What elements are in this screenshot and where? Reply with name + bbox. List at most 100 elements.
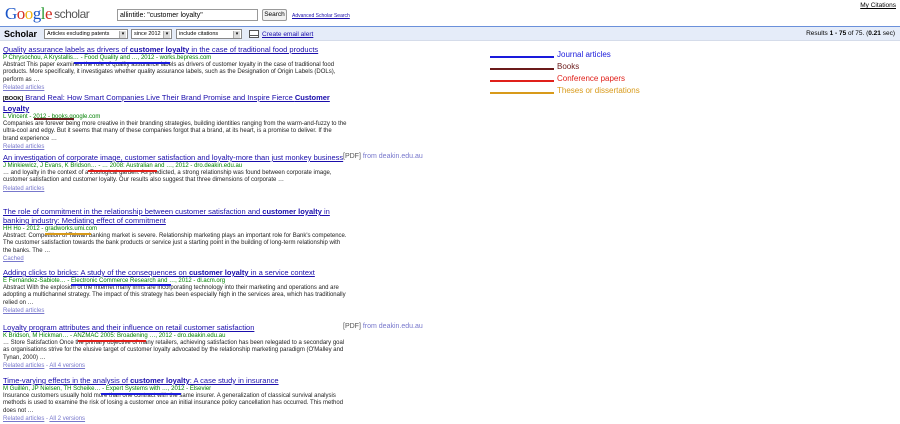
result-title-link[interactable]: [BOOK] Brand Real: How Smart Companies L… bbox=[3, 93, 348, 113]
legend-swatch bbox=[490, 56, 554, 58]
results-suffix: sec) bbox=[880, 30, 895, 37]
chevron-down-icon: ▾ bbox=[233, 31, 240, 38]
results-prefix: Results bbox=[806, 30, 830, 37]
result-title-link[interactable]: Quality assurance labels as drivers of c… bbox=[3, 45, 348, 54]
result-links: Related articles - All 4 versions bbox=[3, 363, 86, 370]
my-citations-link[interactable]: My Citations bbox=[860, 2, 896, 9]
result-meta: M Guillén, JP Nielsen, TH Scheike… - Exp… bbox=[3, 386, 212, 392]
result-meta: J Minkiewicz, J Evans, K Bridson… - … 20… bbox=[3, 163, 243, 169]
related-articles-link[interactable]: Related articles bbox=[3, 308, 44, 314]
result-item: [BOOK] Brand Real: How Smart Companies L… bbox=[3, 93, 348, 151]
result-snippet: Abstract: Competition of Taiwan banking … bbox=[3, 233, 347, 254]
result-links: Related articles bbox=[3, 84, 348, 92]
results-count: Results 1 - 75 of 75. (0.21 sec) bbox=[806, 30, 895, 37]
results-range: 1 - 75 bbox=[829, 30, 847, 37]
title-highlight: customer loyalty bbox=[130, 376, 190, 385]
title-text: Loyalty program attributes and their inf… bbox=[3, 323, 255, 332]
advanced-search-link[interactable]: Advanced Scholar Search bbox=[292, 13, 350, 19]
legend-label: Conference papers bbox=[557, 74, 626, 83]
logo-letter: e bbox=[45, 4, 53, 23]
journal-underline bbox=[74, 62, 170, 64]
journal-underline bbox=[71, 284, 171, 286]
citations-value: include citations bbox=[179, 31, 219, 37]
title-text: The role of commitment in the relationsh… bbox=[3, 207, 263, 216]
toolbar-title: Scholar bbox=[4, 29, 38, 39]
title-highlight: customer loyalty bbox=[188, 268, 249, 277]
result-snippet: Abstract This paper examines the role of… bbox=[3, 62, 336, 83]
result-links: Related articles bbox=[3, 307, 348, 315]
title-text: in a service context bbox=[248, 268, 315, 277]
legend-swatch bbox=[490, 68, 554, 70]
title-highlight: customer loyalty bbox=[129, 45, 190, 54]
result-meta: K Bridson, M Hickman… - ANZMAC 2005: Bro… bbox=[3, 333, 226, 339]
title-text: Quality assurance labels as drivers of bbox=[3, 45, 130, 54]
result-snippet: Abstract With the explosion of the Inter… bbox=[3, 285, 346, 306]
result-meta: HH Ho - 2012 - gradworks.umi.com bbox=[3, 226, 98, 232]
result-title-link[interactable]: Time-varying effects in the analysis of … bbox=[3, 376, 348, 385]
result-snippet: Companies are forever being more creativ… bbox=[3, 121, 347, 142]
search-input[interactable]: allintitle: "customer loyalty" bbox=[117, 9, 258, 21]
result-links: Related articles bbox=[3, 185, 348, 193]
related-articles-link[interactable]: Related articles bbox=[3, 416, 44, 422]
title-highlight: customer loyalty bbox=[262, 207, 322, 216]
pdf-source: from deakin.edu.au bbox=[362, 323, 423, 330]
envelope-icon[interactable] bbox=[249, 30, 259, 38]
result-title-link[interactable]: The role of commitment in the relationsh… bbox=[3, 207, 348, 225]
book-underline bbox=[34, 118, 74, 120]
logo-product: scholar bbox=[54, 7, 90, 21]
result-meta: P Chrysochou, A Krystallis… - Food Quali… bbox=[3, 55, 212, 61]
document-type-select[interactable]: Articles excluding patents ▾ bbox=[44, 29, 128, 39]
title-text: Time-varying effects in the analysis of bbox=[3, 376, 131, 385]
result-item: Loyalty program attributes and their inf… bbox=[3, 323, 348, 370]
result-snippet: … and loyalty in the context of a Zoolog… bbox=[3, 170, 332, 184]
result-title-link[interactable]: Loyalty program attributes and their inf… bbox=[3, 323, 348, 332]
related-articles-link[interactable]: Related articles bbox=[3, 144, 44, 150]
result-item: Time-varying effects in the analysis of … bbox=[3, 376, 348, 423]
title-text: : A case study in insurance bbox=[189, 376, 279, 385]
pdf-tag: [PDF] bbox=[343, 153, 361, 160]
legend-label: Books bbox=[557, 62, 580, 71]
journal-underline bbox=[101, 393, 181, 395]
legend-label: Theses or dissertations bbox=[557, 86, 640, 95]
citations-select[interactable]: include citations ▾ bbox=[176, 29, 242, 39]
result-links: Cached bbox=[3, 255, 348, 263]
search-button[interactable]: Search bbox=[262, 9, 287, 21]
book-tag: [BOOK] bbox=[3, 96, 24, 102]
pdf-link[interactable]: [PDF] from deakin.edu.au bbox=[343, 323, 423, 330]
document-type-value: Articles excluding patents bbox=[47, 31, 110, 37]
cached-link[interactable]: Cached bbox=[3, 256, 24, 262]
result-title-link[interactable]: An investigation of corporate image, cus… bbox=[3, 153, 348, 162]
pdf-link[interactable]: [PDF] from deakin.edu.au bbox=[343, 153, 423, 160]
legend-swatch bbox=[490, 92, 554, 94]
title-text: in the case of traditional food products bbox=[189, 45, 319, 54]
result-snippet: Insurance customers usually hold more th… bbox=[3, 393, 344, 414]
legend-item: Theses or dissertations bbox=[490, 86, 750, 98]
chevron-down-icon: ▾ bbox=[163, 31, 170, 38]
logo-letter: g bbox=[32, 4, 42, 23]
conference-underline bbox=[88, 170, 157, 172]
result-item: The role of commitment in the relationsh… bbox=[3, 207, 348, 263]
google-scholar-logo[interactable]: Google scholar bbox=[5, 4, 90, 24]
all-versions-link[interactable]: All 4 versions bbox=[49, 363, 85, 369]
related-articles-link[interactable]: Related articles bbox=[3, 186, 44, 192]
date-range-select[interactable]: since 2012 ▾ bbox=[131, 29, 172, 39]
result-item: An investigation of corporate image, cus… bbox=[3, 153, 348, 193]
pdf-source: from deakin.edu.au bbox=[362, 153, 423, 160]
all-versions-link[interactable]: All 2 versions bbox=[49, 416, 85, 422]
legend-label: Journal articles bbox=[557, 50, 611, 59]
thesis-underline bbox=[45, 233, 91, 235]
result-item: Quality assurance labels as drivers of c… bbox=[3, 45, 348, 92]
logo-letter: o bbox=[24, 4, 34, 23]
legend-item: Conference papers bbox=[490, 74, 750, 86]
related-articles-link[interactable]: Related articles bbox=[3, 85, 44, 91]
legend-swatch bbox=[490, 80, 554, 82]
related-articles-link[interactable]: Related articles bbox=[3, 363, 44, 369]
logo-letter: o bbox=[16, 4, 26, 23]
result-title-link[interactable]: Adding clicks to bricks: A study of the … bbox=[3, 268, 348, 277]
scholar-toolbar: Scholar Articles excluding patents ▾ sin… bbox=[0, 26, 900, 41]
title-text: Brand Real: How Smart Companies Live The… bbox=[25, 93, 295, 102]
result-item: Adding clicks to bricks: A study of the … bbox=[3, 268, 348, 315]
result-links: Related articles - All 2 versions bbox=[3, 416, 86, 423]
create-email-alert-link[interactable]: Create email alert bbox=[262, 31, 313, 38]
pdf-tag: [PDF] bbox=[343, 323, 361, 330]
